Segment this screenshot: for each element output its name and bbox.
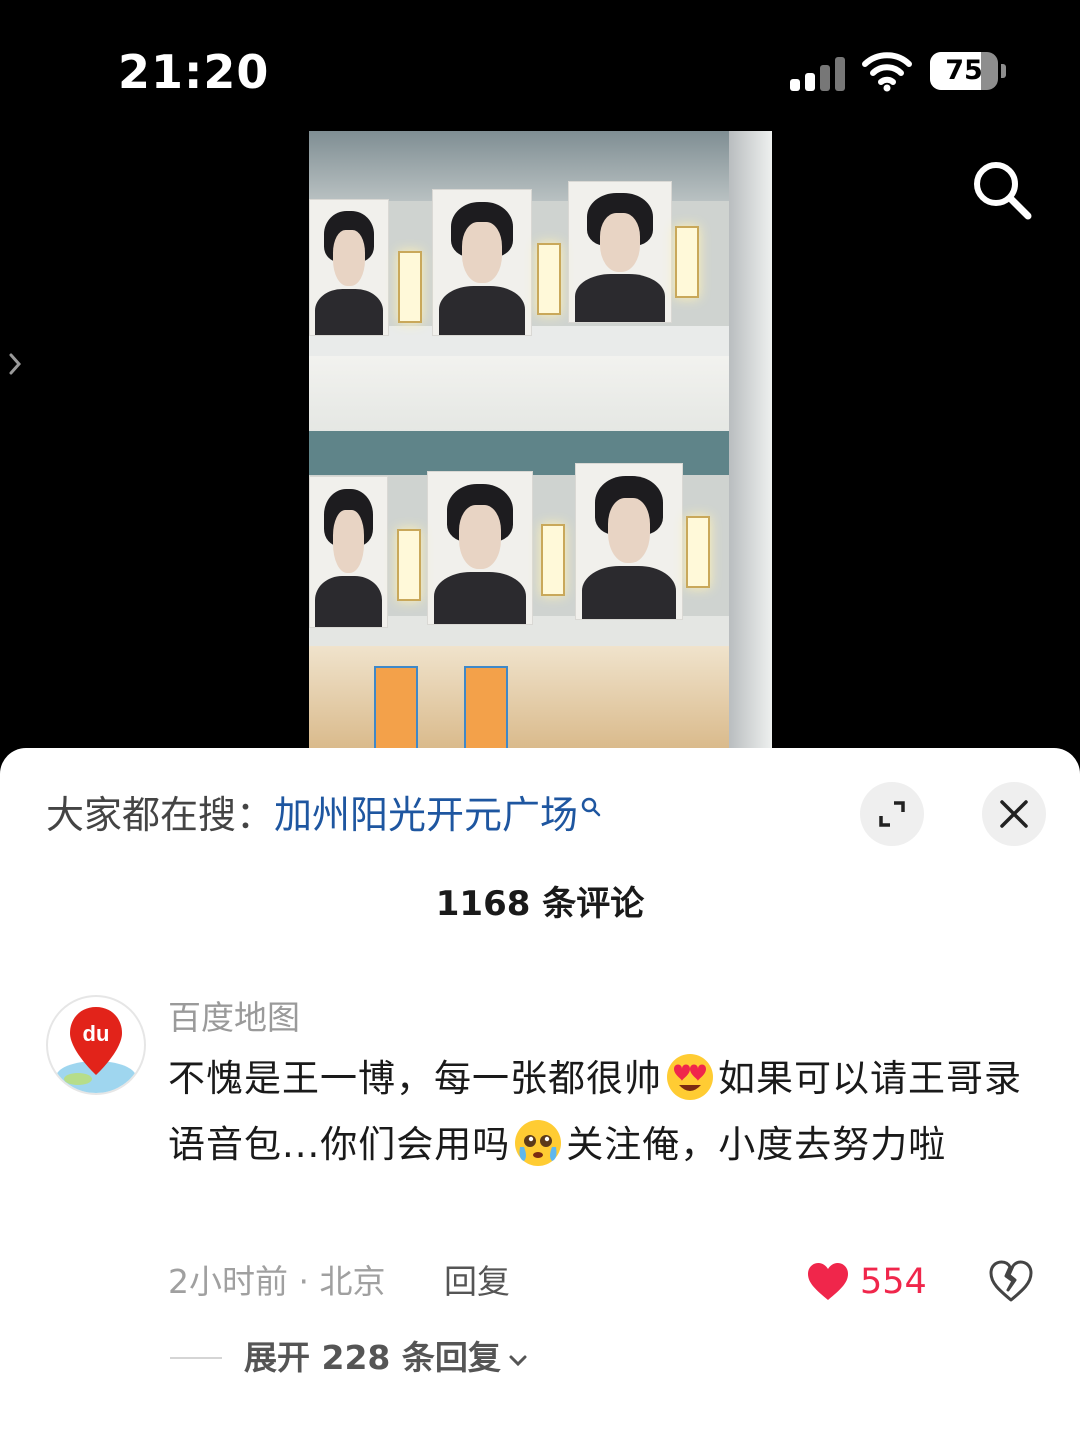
comment-sheet: 大家都在搜：加州阳光开元广场 1168 条评论 du 百度地图 不愧是王一博，每… xyxy=(0,748,1080,1434)
comment-meta: 2小时前 · 北京 xyxy=(168,1262,386,1301)
comment-text-part: 关注俺，小度去努力啦 xyxy=(566,1123,947,1166)
hanging-lamp xyxy=(675,226,699,298)
like-count: 554 xyxy=(860,1262,927,1302)
video-frame[interactable] xyxy=(309,131,772,751)
battery-icon: 75 xyxy=(930,52,998,90)
hanging-lamp xyxy=(398,251,422,323)
poster-banner xyxy=(432,189,532,336)
comment-text: 不愧是王一博，每一张都很帅 如果可以请王哥录语音包...你们会用吗 关注俺，小度去努… xyxy=(168,1046,1048,1178)
expand-divider xyxy=(170,1357,222,1359)
poster-banner xyxy=(427,471,533,625)
heart-eyes-emoji xyxy=(667,1054,713,1100)
expand-icon xyxy=(879,801,905,827)
reply-button[interactable]: 回复 xyxy=(444,1260,510,1304)
battery-tip xyxy=(1001,64,1006,78)
chevron-down-icon xyxy=(509,1355,527,1366)
comment-username[interactable]: 百度地图 xyxy=(168,996,300,1040)
cellular-signal-icon xyxy=(790,57,846,91)
search-icon[interactable] xyxy=(966,154,1038,226)
expand-replies-label: 展开 228 条回复 xyxy=(244,1338,501,1377)
expand-button[interactable] xyxy=(860,782,924,846)
hanging-lamp xyxy=(686,516,710,588)
promo-kiosk xyxy=(464,666,508,751)
poster-banner xyxy=(309,476,388,628)
avatar-text: du xyxy=(83,1021,110,1046)
search-icon xyxy=(581,797,601,817)
promo-kiosk xyxy=(374,666,418,751)
poster-banner xyxy=(575,463,683,620)
status-time: 21:20 xyxy=(118,45,270,99)
mall-pillar xyxy=(729,131,772,751)
mall-rail xyxy=(309,431,772,475)
hanging-lamp xyxy=(397,529,421,601)
comment-text-part: 不愧是王一博，每一张都很帅 xyxy=(168,1057,662,1100)
chevron-right-icon[interactable] xyxy=(2,346,28,382)
poster-banner xyxy=(309,199,389,336)
expand-replies-button[interactable]: 展开 228 条回复 xyxy=(244,1336,529,1380)
close-icon xyxy=(1000,800,1028,828)
hot-search-prefix: 大家都在搜： xyxy=(46,793,275,837)
broken-heart-icon[interactable] xyxy=(988,1260,1034,1304)
hot-search-keyword[interactable]: 加州阳光开元广场 xyxy=(274,793,578,837)
hot-search[interactable]: 大家都在搜：加州阳光开元广场 xyxy=(46,790,602,840)
like-button[interactable]: 554 xyxy=(806,1258,927,1306)
battery-level: 75 xyxy=(945,55,983,86)
baidu-map-logo: du xyxy=(56,1007,136,1093)
hanging-lamp xyxy=(537,243,561,315)
pleading-face-emoji xyxy=(515,1120,562,1166)
wifi-icon xyxy=(862,52,912,92)
heart-icon xyxy=(808,1263,848,1300)
avatar[interactable]: du xyxy=(46,995,146,1095)
hanging-lamp xyxy=(541,524,565,596)
comment-count: 1168 条评论 xyxy=(435,884,645,924)
mall-ceiling xyxy=(309,131,772,201)
poster-banner xyxy=(568,181,672,323)
close-button[interactable] xyxy=(982,782,1046,846)
